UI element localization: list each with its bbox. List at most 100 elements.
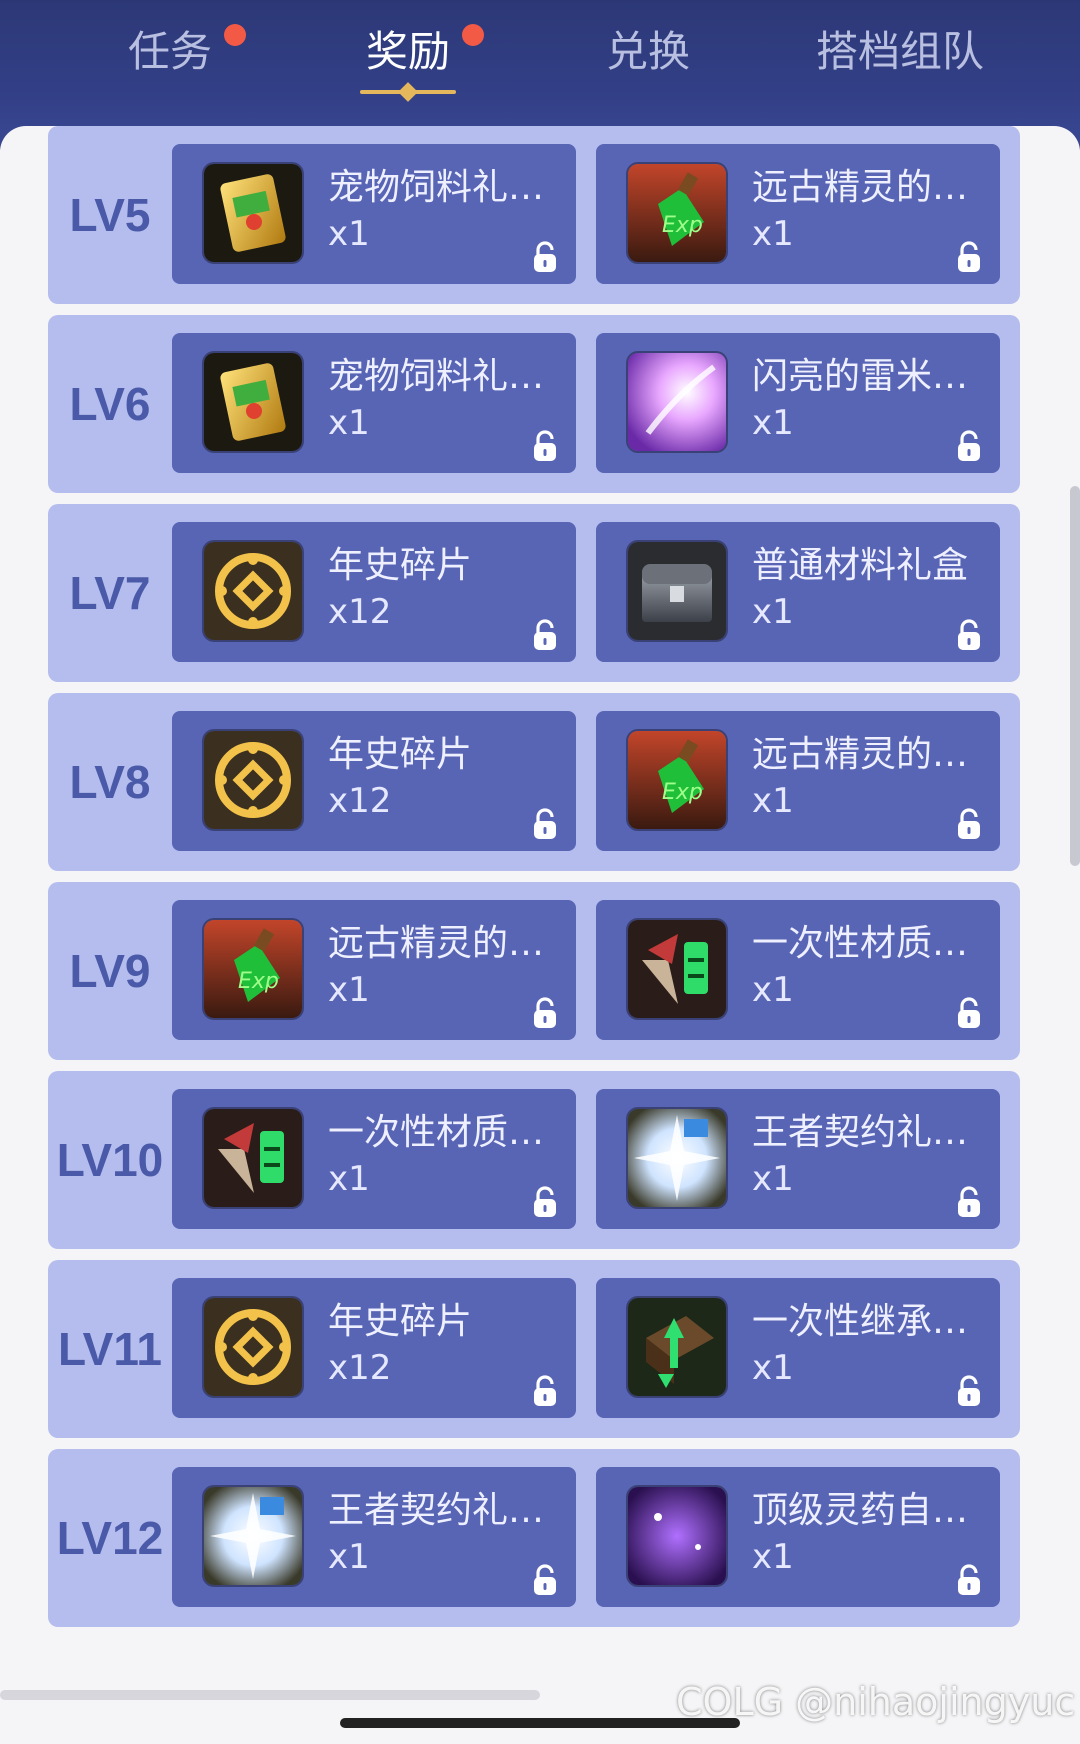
pet-food-bag-icon xyxy=(204,164,302,262)
item-name: 普通材料礼盒 xyxy=(752,545,969,586)
item-quantity: x1 xyxy=(752,403,794,443)
reward-item-card[interactable]: 年史碎片 x12 xyxy=(172,522,576,662)
item-quantity: x1 xyxy=(752,1348,794,1388)
chest-icon xyxy=(628,542,726,640)
item-name: 年史碎片 xyxy=(328,545,473,586)
horizontal-scrollbar xyxy=(0,1690,540,1700)
exp-potion-icon: Exp xyxy=(628,164,726,262)
material-convert-icon xyxy=(628,920,726,1018)
lock-icon xyxy=(956,429,982,463)
coin-fragment-icon xyxy=(204,542,302,640)
tab-tasks[interactable]: 任务 xyxy=(128,22,246,82)
reward-item-card[interactable]: Exp 远古精灵的秘... x1 xyxy=(172,900,576,1040)
active-tab-indicator xyxy=(360,90,456,94)
item-quantity: x1 xyxy=(752,592,794,632)
reward-row-lv12: LV12 王者契约礼包... x1 顶级灵药自选... x1 xyxy=(48,1449,1020,1627)
reward-item-card[interactable]: 顶级灵药自选... x1 xyxy=(596,1467,1000,1607)
item-quantity: x1 xyxy=(752,781,794,821)
lock-icon xyxy=(532,1185,558,1219)
reward-row-lv7: LV7 年史碎片 x12 普通材料礼盒 x1 xyxy=(48,504,1020,682)
exp-potion-icon: Exp xyxy=(628,731,726,829)
item-quantity: x12 xyxy=(328,592,392,632)
lock-icon xyxy=(956,996,982,1030)
tab-bar: 任务 奖励 兑换 搭档组队 xyxy=(0,0,1080,120)
item-quantity: x1 xyxy=(328,970,370,1010)
level-label: LV8 xyxy=(69,756,151,808)
item-name: 一次性材质转... xyxy=(752,923,992,964)
reward-row-lv11: LV11 年史碎片 x12 一次性继承装... x1 xyxy=(48,1260,1020,1438)
svg-text:Exp: Exp xyxy=(238,969,279,994)
lock-icon xyxy=(532,996,558,1030)
item-quantity: x1 xyxy=(752,214,794,254)
reward-item-card[interactable]: 普通材料礼盒 x1 xyxy=(596,522,1000,662)
item-name: 宠物饲料礼袋 ... xyxy=(328,356,568,397)
reward-item-card[interactable]: 王者契约礼包... x1 xyxy=(596,1089,1000,1229)
reward-row-lv10: LV10 一次性材质转... x1 王者契约礼包... x1 xyxy=(48,1071,1020,1249)
inherit-equip-icon xyxy=(628,1298,726,1396)
reward-item-card[interactable]: 闪亮的雷米援... x1 xyxy=(596,333,1000,473)
reward-item-card[interactable]: 宠物饲料礼袋 ... x1 xyxy=(172,144,576,284)
contract-pack-icon xyxy=(204,1487,302,1585)
reward-row-lv9: LV9 Exp 远古精灵的秘... x1 一次性材质转... x1 xyxy=(48,882,1020,1060)
level-label: LV5 xyxy=(69,189,151,241)
lock-icon xyxy=(532,1563,558,1597)
pet-food-bag-icon xyxy=(204,353,302,451)
reward-item-card[interactable]: 一次性材质转... x1 xyxy=(596,900,1000,1040)
item-quantity: x12 xyxy=(328,1348,392,1388)
item-name: 一次性继承装... xyxy=(752,1301,992,1342)
material-convert-icon xyxy=(204,1109,302,1207)
svg-text:Exp: Exp xyxy=(662,780,703,805)
reward-row-lv5: LV5 宠物饲料礼袋 ... x1 Exp 远古精灵的秘... x1 xyxy=(48,126,1020,304)
tab-exchange[interactable]: 兑换 xyxy=(606,22,690,82)
lock-icon xyxy=(956,1374,982,1408)
tab-partner-team-label: 搭档组队 xyxy=(816,27,985,76)
lock-icon xyxy=(532,240,558,274)
tab-partner-team[interactable]: 搭档组队 xyxy=(816,22,984,82)
contract-pack-icon xyxy=(628,1109,726,1207)
item-name: 年史碎片 xyxy=(328,734,473,775)
item-name: 年史碎片 xyxy=(328,1301,473,1342)
item-quantity: x1 xyxy=(328,214,370,254)
exp-potion-icon: Exp xyxy=(204,920,302,1018)
item-name: 闪亮的雷米援... xyxy=(752,356,992,397)
lock-icon xyxy=(532,618,558,652)
reward-item-card[interactable]: 一次性材质转... x1 xyxy=(172,1089,576,1229)
vertical-scrollbar[interactable] xyxy=(1070,486,1080,866)
reward-item-card[interactable]: 年史碎片 x12 xyxy=(172,711,576,851)
notification-dot xyxy=(224,24,246,46)
tab-rewards[interactable]: 奖励 xyxy=(366,22,484,82)
level-label: LV6 xyxy=(69,378,151,430)
lock-icon xyxy=(532,1374,558,1408)
lock-icon xyxy=(956,618,982,652)
reward-panel[interactable]: LV5 宠物饲料礼袋 ... x1 Exp 远古精灵的秘... x1 LV6 宠物饲料礼袋 .… xyxy=(0,126,1080,1744)
reward-row-lv8: LV8 年史碎片 x12 Exp 远古精灵的秘... x1 xyxy=(48,693,1020,871)
reward-item-card[interactable]: 一次性继承装... x1 xyxy=(596,1278,1000,1418)
tab-tasks-label: 任务 xyxy=(128,27,213,76)
level-label: LV7 xyxy=(69,567,151,619)
coin-fragment-icon xyxy=(204,1298,302,1396)
item-name: 一次性材质转... xyxy=(328,1112,568,1153)
lock-icon xyxy=(956,1563,982,1597)
item-quantity: x12 xyxy=(328,781,392,821)
lock-icon xyxy=(956,1185,982,1219)
item-quantity: x1 xyxy=(752,970,794,1010)
item-quantity: x1 xyxy=(752,1159,794,1199)
svg-text:Exp: Exp xyxy=(662,213,703,238)
reward-item-card[interactable]: 宠物饲料礼袋 ... x1 xyxy=(172,333,576,473)
item-name: 远古精灵的秘... xyxy=(752,167,992,208)
lock-icon xyxy=(956,807,982,841)
lock-icon xyxy=(532,807,558,841)
reward-item-card[interactable]: Exp 远古精灵的秘... x1 xyxy=(596,711,1000,851)
tab-exchange-label: 兑换 xyxy=(606,27,691,76)
item-quantity: x1 xyxy=(328,1159,370,1199)
item-name: 顶级灵药自选... xyxy=(752,1490,992,1531)
reward-item-card[interactable]: 王者契约礼包... x1 xyxy=(172,1467,576,1607)
reward-item-card[interactable]: Exp 远古精灵的秘... x1 xyxy=(596,144,1000,284)
item-name: 远古精灵的秘... xyxy=(328,923,568,964)
item-name: 远古精灵的秘... xyxy=(752,734,992,775)
reward-item-card[interactable]: 年史碎片 x12 xyxy=(172,1278,576,1418)
item-quantity: x1 xyxy=(328,403,370,443)
coin-fragment-icon xyxy=(204,731,302,829)
item-name: 王者契约礼包... xyxy=(752,1112,992,1153)
home-indicator[interactable] xyxy=(340,1718,740,1728)
